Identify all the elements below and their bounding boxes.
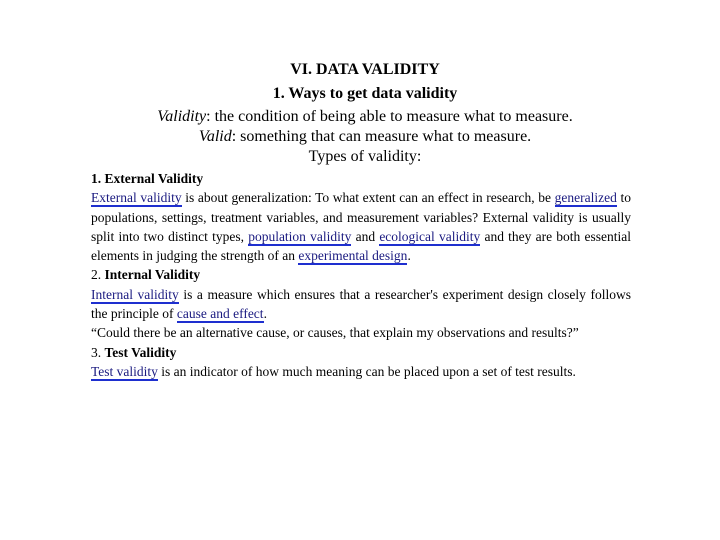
definition-term: Valid — [198, 128, 232, 145]
definition-text: : something that can measure what to mea… — [231, 128, 532, 145]
validity-definition: Validity: the condition of being able to… — [100, 107, 630, 127]
page-title: VI. DATA VALIDITY — [290, 61, 440, 78]
cause-and-effect-link[interactable]: cause and effect — [176, 306, 264, 324]
internal-validity-link[interactable]: Internal validity — [91, 286, 179, 304]
internal-validity-quote: “Could there be an alternative cause, or… — [91, 325, 579, 341]
section-subtitle: 1. Ways to get data validity — [272, 85, 458, 102]
section-number: 3. — [91, 344, 105, 360]
paragraph-text: and — [351, 228, 380, 244]
internal-validity-paragraph: Internal validity is a measure which ens… — [91, 285, 631, 324]
test-validity-heading: 3. Test Validity — [91, 343, 631, 362]
paragraph-text: is about generalization: To what extent … — [181, 190, 555, 206]
test-validity-link[interactable]: Test validity — [91, 363, 158, 381]
definition-term: Validity — [157, 108, 207, 125]
heading-text: Test Validity — [104, 344, 177, 360]
generalized-link[interactable]: generalized — [554, 190, 617, 208]
paragraph-text: . — [263, 306, 267, 322]
internal-validity-heading: 2. Internal Validity — [91, 265, 631, 284]
test-validity-paragraph: Test validity is an indicator of how muc… — [91, 362, 631, 381]
ecological-validity-link[interactable]: ecological validity — [379, 228, 481, 246]
external-validity-heading: 1. External Validity — [91, 169, 631, 188]
section-number: 2. — [91, 267, 105, 283]
heading-text: 1. External Validity — [91, 171, 204, 186]
slide-header: VI. DATA VALIDITY 1. Ways to get data va… — [100, 60, 630, 167]
experimental-design-link[interactable]: experimental design — [298, 248, 408, 266]
definition-text: : the condition of being able to measure… — [206, 108, 573, 125]
paragraph-text: . — [407, 248, 411, 264]
heading-text: Internal Validity — [104, 267, 201, 283]
valid-definition: Valid: something that can measure what t… — [100, 127, 630, 147]
population-validity-link[interactable]: population validity — [248, 228, 352, 246]
types-heading: Types of validity: — [308, 148, 422, 165]
paragraph-text: is an indicator of how much meaning can … — [157, 363, 576, 379]
external-validity-link[interactable]: External validity — [91, 190, 182, 208]
external-validity-paragraph: External validity is about generalizatio… — [91, 188, 631, 266]
document-body: 1. External Validity External validity i… — [91, 169, 631, 381]
